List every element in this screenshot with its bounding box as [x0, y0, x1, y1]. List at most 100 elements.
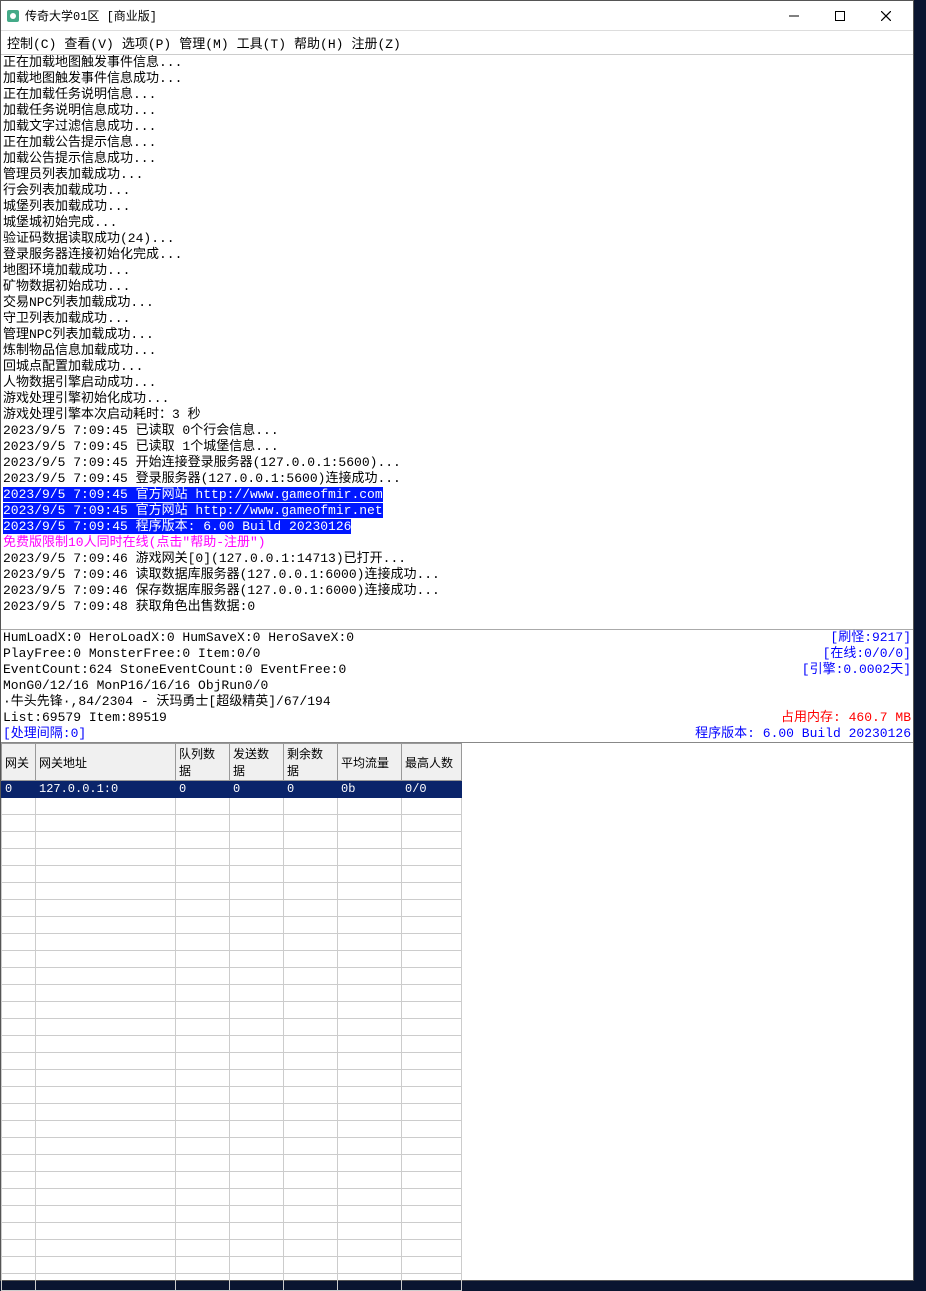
- log-line: 游戏处理引擎初始化成功...: [3, 391, 911, 407]
- table-row[interactable]: [2, 1240, 462, 1257]
- table-cell: [284, 1223, 338, 1240]
- table-row[interactable]: [2, 815, 462, 832]
- table-row[interactable]: [2, 798, 462, 815]
- table-cell: [176, 1172, 230, 1189]
- table-row[interactable]: [2, 1036, 462, 1053]
- table-row[interactable]: [2, 1257, 462, 1274]
- table-cell: [2, 1274, 36, 1291]
- table-row[interactable]: [2, 1172, 462, 1189]
- menu-control[interactable]: 控制(C): [7, 33, 56, 52]
- table-cell: [230, 1104, 284, 1121]
- menu-tools[interactable]: 工具(T): [237, 33, 286, 52]
- table-cell: [176, 1002, 230, 1019]
- table-row[interactable]: [2, 1070, 462, 1087]
- table-cell: [36, 849, 176, 866]
- table-cell: [402, 1172, 462, 1189]
- table-cell: [176, 951, 230, 968]
- th-remain[interactable]: 剩余数据: [284, 744, 338, 781]
- table-cell: [338, 917, 402, 934]
- table-cell: [36, 832, 176, 849]
- table-cell: [230, 815, 284, 832]
- table-cell: [176, 1019, 230, 1036]
- table-cell: [36, 1053, 176, 1070]
- menu-manage[interactable]: 管理(M): [179, 33, 228, 52]
- log-line: 人物数据引擎启动成功...: [3, 375, 911, 391]
- log-panel[interactable]: 正在加载地图触发事件信息...加载地图触发事件信息成功...正在加载任务说明信息…: [1, 55, 913, 629]
- table-row[interactable]: [2, 900, 462, 917]
- app-window: 传奇大学01区 [商业版] 控制(C) 查看(V) 选项(P) 管理(M) 工具…: [0, 0, 914, 1281]
- gateway-table[interactable]: 网关 网关地址 队列数据 发送数据 剩余数据 平均流量 最高人数 0127.0.…: [1, 743, 462, 1291]
- table-row[interactable]: [2, 832, 462, 849]
- table-row[interactable]: [2, 985, 462, 1002]
- table-cell: [230, 968, 284, 985]
- log-line-highlight: 2023/9/5 7:09:45 官方网站 http://www.gameofm…: [3, 503, 911, 519]
- th-avgflow[interactable]: 平均流量: [338, 744, 402, 781]
- table-row[interactable]: [2, 968, 462, 985]
- log-line: 2023/9/5 7:09:45 已读取 1个城堡信息...: [3, 439, 911, 455]
- table-row[interactable]: [2, 849, 462, 866]
- table-cell: [230, 951, 284, 968]
- table-cell: [2, 917, 36, 934]
- log-line: 加载公告提示信息成功...: [3, 151, 911, 167]
- menu-help[interactable]: 帮助(H): [294, 33, 343, 52]
- table-cell: [338, 1155, 402, 1172]
- th-send[interactable]: 发送数据: [230, 744, 284, 781]
- th-queue[interactable]: 队列数据: [176, 744, 230, 781]
- maximize-button[interactable]: [817, 1, 863, 31]
- table-row[interactable]: [2, 1155, 462, 1172]
- table-cell: [284, 1240, 338, 1257]
- table-row[interactable]: [2, 1274, 462, 1291]
- table-cell: [2, 1121, 36, 1138]
- th-address[interactable]: 网关地址: [36, 744, 176, 781]
- table-cell: [2, 849, 36, 866]
- table-cell: [230, 985, 284, 1002]
- table-row[interactable]: [2, 917, 462, 934]
- table-row[interactable]: [2, 883, 462, 900]
- table-row[interactable]: [2, 1019, 462, 1036]
- stats-panel: HumLoadX:0 HeroLoadX:0 HumSaveX:0 HeroSa…: [1, 629, 913, 742]
- table-cell: [176, 866, 230, 883]
- table-row[interactable]: [2, 934, 462, 951]
- table-row[interactable]: [2, 1121, 462, 1138]
- log-line: 城堡列表加载成功...: [3, 199, 911, 215]
- menu-register[interactable]: 注册(Z): [351, 33, 400, 52]
- table-row[interactable]: [2, 1053, 462, 1070]
- table-row[interactable]: [2, 1223, 462, 1240]
- table-row[interactable]: [2, 1087, 462, 1104]
- log-line: 2023/9/5 7:09:46 保存数据库服务器(127.0.0.1:6000…: [3, 583, 911, 599]
- log-line: 游戏处理引擎本次启动耗时：3 秒: [3, 407, 911, 423]
- table-cell: [402, 1155, 462, 1172]
- log-line: 回城点配置加载成功...: [3, 359, 911, 375]
- minimize-button[interactable]: [771, 1, 817, 31]
- log-line: 2023/9/5 7:09:45 登录服务器(127.0.0.1:5600)连接…: [3, 471, 911, 487]
- table-row[interactable]: [2, 1104, 462, 1121]
- table-row[interactable]: [2, 1138, 462, 1155]
- table-row[interactable]: 0127.0.0.1:00000b0/0: [2, 781, 462, 798]
- table-row[interactable]: [2, 951, 462, 968]
- close-button[interactable]: [863, 1, 909, 31]
- window-title: 传奇大学01区 [商业版]: [25, 7, 771, 24]
- table-cell: [230, 849, 284, 866]
- log-line-highlight: 2023/9/5 7:09:45 程序版本: 6.00 Build 202301…: [3, 519, 911, 535]
- table-cell: [230, 1121, 284, 1138]
- menu-view[interactable]: 查看(V): [64, 33, 113, 52]
- table-row[interactable]: [2, 1189, 462, 1206]
- th-maxppl[interactable]: 最高人数: [402, 744, 462, 781]
- table-cell: [2, 1002, 36, 1019]
- table-cell: [176, 1138, 230, 1155]
- table-cell: [36, 917, 176, 934]
- table-cell: [284, 1036, 338, 1053]
- table-cell: [36, 1257, 176, 1274]
- th-gate[interactable]: 网关: [2, 744, 36, 781]
- table-row[interactable]: [2, 866, 462, 883]
- table-cell: [230, 1274, 284, 1291]
- table-cell: [402, 849, 462, 866]
- table-cell: [230, 1172, 284, 1189]
- table-row[interactable]: [2, 1206, 462, 1223]
- table-cell: [36, 1172, 176, 1189]
- table-row[interactable]: [2, 1002, 462, 1019]
- table-cell: [230, 1070, 284, 1087]
- menu-options[interactable]: 选项(P): [122, 33, 171, 52]
- table-cell: [402, 900, 462, 917]
- log-line: 正在加载任务说明信息...: [3, 87, 911, 103]
